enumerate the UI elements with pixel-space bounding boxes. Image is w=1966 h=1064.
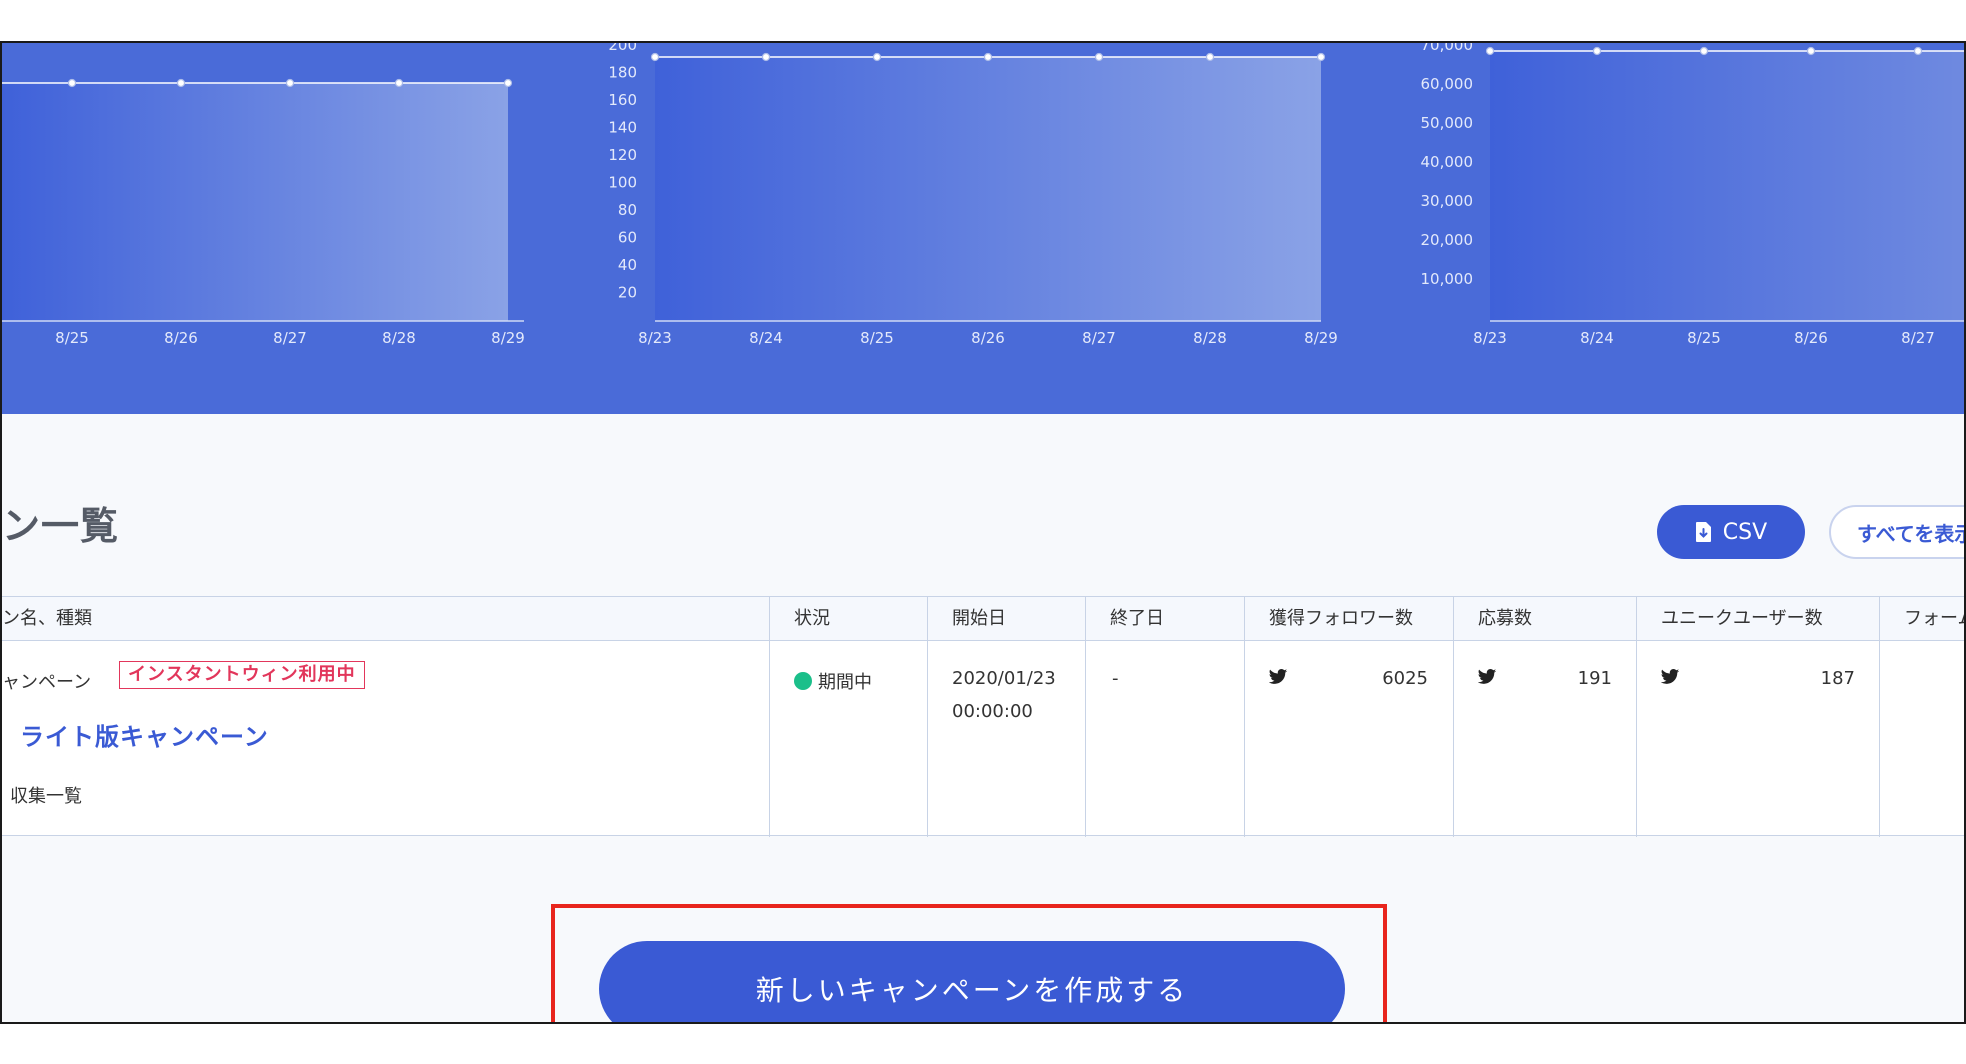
chart-point — [983, 52, 993, 62]
chart-followers: 8/25 8/26 8/27 8/28 8/29 — [2, 78, 525, 347]
twitter-bird-icon — [1477, 669, 1497, 684]
x-tick-label: 8/23 — [638, 329, 672, 347]
chart-point — [1806, 46, 1816, 56]
column-divider — [1636, 641, 1637, 837]
y-tick-label: 50,000 — [1421, 114, 1474, 132]
y-tick-label: 100 — [608, 174, 637, 192]
column-divider — [769, 641, 770, 837]
column-divider — [927, 641, 928, 837]
column-divider — [1085, 641, 1086, 837]
app-viewport: 8/25 8/26 8/27 8/28 8/29 8/23 8/24 8/25 8/26 8/2… — [0, 41, 1966, 1024]
y-tick-label: 20,000 — [1421, 231, 1474, 249]
entries-count: 191 — [1577, 668, 1612, 689]
table-header-row: ン名、種類 状況 開始日 終了日 獲得フォロワー数 応募数 ユニークユーザー数 … — [2, 597, 1964, 641]
chart-point — [176, 78, 186, 88]
column-divider — [1453, 641, 1454, 837]
chart-point — [67, 78, 77, 88]
column-header-entries[interactable]: 応募数 — [1453, 597, 1636, 641]
status-label: 期間中 — [818, 672, 872, 693]
y-tick-label: 70,000 — [1421, 43, 1474, 54]
section-title: ン一覧 — [2, 504, 120, 548]
x-tick-label: 8/28 — [382, 329, 416, 347]
x-tick-label: 8/24 — [749, 329, 783, 347]
column-header-form[interactable]: フォーム — [1879, 597, 1964, 641]
x-tick-label: 8/26 — [971, 329, 1005, 347]
x-tick-label: 8/28 — [1193, 329, 1227, 347]
chart-point — [1913, 46, 1923, 56]
x-tick-label: 8/27 — [1901, 329, 1935, 347]
x-tick-label: 8/29 — [491, 329, 525, 347]
chart-point — [1316, 52, 1326, 62]
y-tick-label: 60 — [618, 229, 637, 247]
chart-area — [1490, 51, 1964, 321]
x-tick-label: 8/29 — [1304, 329, 1338, 347]
instant-win-badge: インスタントウィン利用中 — [119, 661, 365, 689]
x-tick-label: 8/27 — [1082, 329, 1116, 347]
campaign-type: ャンペーン — [2, 672, 92, 693]
chart-entries: 8/23 8/24 8/25 8/26 8/27 8/28 8/29 200 180 160 140… — [608, 43, 1337, 347]
y-tick-label: 20 — [618, 284, 637, 302]
chart-point — [761, 52, 771, 62]
x-tick-label: 8/25 — [860, 329, 894, 347]
unique-users-count: 187 — [1820, 668, 1855, 689]
csv-download-button[interactable]: CSV — [1657, 505, 1805, 559]
status-badge: 期間中 — [794, 668, 872, 694]
chart-point — [650, 52, 660, 62]
y-tick-label: 40,000 — [1421, 153, 1474, 171]
x-tick-label: 8/26 — [164, 329, 198, 347]
y-tick-label: 160 — [608, 91, 637, 109]
file-download-icon — [1695, 522, 1711, 542]
y-tick-label: 10,000 — [1421, 270, 1474, 288]
x-tick-label: 8/25 — [55, 329, 89, 347]
x-tick-label: 8/27 — [273, 329, 307, 347]
x-tick-label: 8/25 — [1687, 329, 1721, 347]
y-tick-label: 140 — [608, 119, 637, 137]
chart-point — [503, 78, 513, 88]
show-all-button[interactable]: すべてを表示 — [1829, 505, 1964, 559]
x-tick-label: 8/24 — [1580, 329, 1614, 347]
column-header-unique-users[interactable]: ユニークユーザー数 — [1636, 597, 1879, 641]
start-time: 00:00:00 — [952, 701, 1033, 722]
end-date: - — [1112, 668, 1119, 689]
y-tick-label: 180 — [608, 64, 637, 82]
column-header-end-date[interactable]: 終了日 — [1085, 597, 1244, 641]
y-tick-label: 80 — [618, 201, 637, 219]
column-divider — [1244, 641, 1245, 837]
y-tick-label: 30,000 — [1421, 192, 1474, 210]
chart-point — [1699, 46, 1709, 56]
column-header-name[interactable]: ン名、種類 — [2, 597, 769, 641]
column-divider — [1879, 641, 1880, 837]
chart-area — [2, 83, 508, 321]
y-tick-label: 60,000 — [1421, 75, 1474, 93]
y-tick-label: 200 — [608, 43, 637, 54]
chart-impressions: 8/23 8/24 8/25 8/26 8/27 70,000 60,000 50,000 40… — [1421, 43, 1964, 347]
chart-point — [1485, 46, 1495, 56]
chart-point — [1205, 52, 1215, 62]
x-tick-label: 8/26 — [1794, 329, 1828, 347]
start-date: 2020/01/23 — [952, 668, 1056, 689]
x-tick-label: 8/23 — [1473, 329, 1507, 347]
twitter-bird-icon — [1268, 669, 1288, 684]
create-campaign-button[interactable]: 新しいキャンペーンを作成する — [599, 941, 1345, 1022]
collection-list-link[interactable]: 収集一覧 — [10, 782, 82, 808]
chart-area — [655, 57, 1321, 321]
y-tick-label: 40 — [618, 256, 637, 274]
y-tick-label: 120 — [608, 146, 637, 164]
column-header-followers[interactable]: 獲得フォロワー数 — [1244, 597, 1453, 641]
charts-band: 8/25 8/26 8/27 8/28 8/29 8/23 8/24 8/25 8/26 8/2… — [2, 43, 1964, 414]
status-dot-icon — [794, 672, 812, 690]
chart-point — [285, 78, 295, 88]
chart-point — [1094, 52, 1104, 62]
chart-point — [1592, 46, 1602, 56]
campaign-name-link[interactable]: ライト版キャンペーン — [20, 717, 269, 752]
twitter-bird-icon — [1660, 669, 1680, 684]
column-header-status[interactable]: 状況 — [769, 597, 927, 641]
followers-count: 6025 — [1382, 668, 1428, 689]
chart-point — [872, 52, 882, 62]
column-header-start-date[interactable]: 開始日 — [927, 597, 1085, 641]
chart-point — [394, 78, 404, 88]
csv-button-label: CSV — [1722, 519, 1768, 545]
analytics-charts: 8/25 8/26 8/27 8/28 8/29 8/23 8/24 8/25 8/26 8/2… — [2, 43, 1964, 347]
campaign-table: ン名、種類 状況 開始日 終了日 獲得フォロワー数 応募数 ユニークユーザー数 … — [2, 596, 1964, 837]
